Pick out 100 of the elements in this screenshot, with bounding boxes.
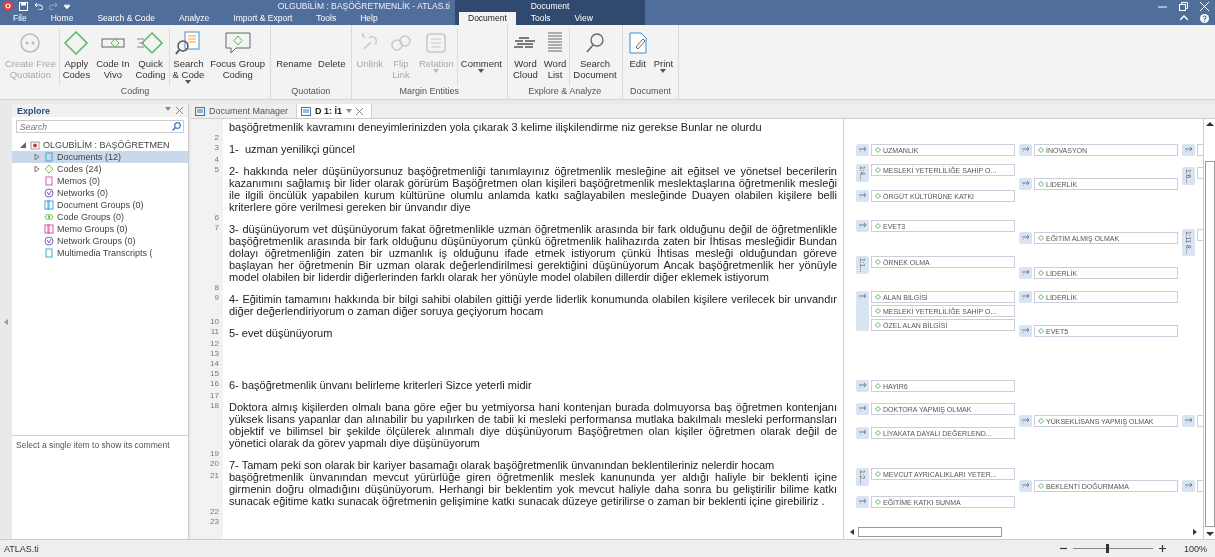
quotation-tab[interactable] (1019, 415, 1032, 427)
quotation-tab[interactable] (1182, 144, 1195, 156)
ribbon-button[interactable]: Word Cloud (510, 28, 541, 86)
group-label: Document (628, 86, 672, 98)
search-icon (584, 31, 606, 55)
app-logo-icon[interactable] (3, 1, 13, 11)
tree-item[interactable]: Networks (0) (12, 187, 188, 199)
ribbon-button[interactable]: Search Document (570, 28, 620, 86)
tree-item[interactable]: Code Groups (0) (12, 211, 188, 223)
quotation-tab[interactable] (856, 291, 869, 331)
caret-icon (478, 69, 485, 73)
panel-title: Explore (17, 105, 50, 116)
quotation-tab[interactable] (856, 190, 869, 202)
tree-item[interactable]: Network Groups (0) (12, 235, 188, 247)
link-arrow-icon (1021, 269, 1030, 275)
menu-tab[interactable]: Home (41, 12, 83, 25)
menu-tab[interactable]: View (565, 12, 602, 25)
diamond-icon (875, 147, 881, 153)
line-number: 9 (213, 293, 220, 304)
list-panel-icon (424, 32, 449, 54)
tree-item[interactable]: OLGUBİLİM : BAŞÖĞRETMEN (12, 139, 188, 151)
menu-tab[interactable]: Import & Export (224, 12, 302, 25)
ribbon-button[interactable]: Code In Vivo (93, 28, 133, 86)
menu-tab[interactable]: Tools (521, 12, 560, 25)
quotation-tab[interactable] (1019, 480, 1032, 492)
ribbon-button[interactable]: Delete (315, 28, 349, 86)
diamond-icon (1038, 483, 1044, 489)
quotation-tab[interactable] (1019, 232, 1032, 244)
quotation-tab[interactable] (1182, 480, 1195, 492)
editor-tab[interactable]: D 1: İ1 (297, 104, 373, 118)
ribbon-button[interactable]: Focus Group Coding (207, 28, 269, 86)
diamond-icon (44, 164, 54, 174)
tree-item[interactable]: Memo Groups (0) (12, 223, 188, 235)
redo-icon[interactable] (49, 2, 58, 10)
transcript-paragraph: 7- Tamam peki son olarak bir kariyer basamağı olarak başöğretmenlik ünvanından beklentileriniz nelerdir hocam (228, 459, 776, 471)
ribbon-button[interactable]: Print (650, 28, 677, 86)
scroll-up-icon (1205, 121, 1214, 127)
menu-tab[interactable]: Tools (307, 12, 346, 25)
quotation-tab[interactable] (1019, 291, 1032, 303)
quotation-tab[interactable] (856, 144, 869, 156)
tree-item[interactable]: Document Groups (0) (12, 199, 188, 211)
quotation-tab[interactable] (856, 403, 869, 415)
menu-tab[interactable]: Help (351, 12, 387, 25)
word-cloud-icon (513, 35, 538, 51)
menu-tab[interactable]: File (4, 12, 36, 25)
vertical-scrollbar[interactable] (1203, 119, 1215, 539)
ribbon-button[interactable]: Edit (624, 28, 651, 86)
quotation-tab[interactable] (856, 380, 869, 392)
help-icon[interactable] (1200, 13, 1209, 23)
undo-icon[interactable] (34, 2, 43, 10)
quotation-tab[interactable] (1019, 325, 1032, 337)
network-icon (44, 188, 54, 198)
expand-panel-icon[interactable] (4, 318, 8, 325)
search-field[interactable]: Search (16, 120, 184, 133)
link-arrow-icon (858, 405, 867, 411)
quotation-tab[interactable] (1019, 144, 1032, 156)
document-icon (301, 106, 312, 116)
quotation-tab[interactable] (856, 220, 869, 232)
quotation-tab[interactable] (1019, 267, 1032, 279)
diamond-icon (875, 259, 881, 265)
tree-item[interactable]: Codes (24) (12, 163, 188, 175)
diamond-icon (875, 430, 881, 436)
quote-bubble-icon (19, 32, 42, 54)
ribbon-button[interactable]: Quick Coding (132, 28, 169, 86)
ribbon-button[interactable]: Apply Codes (59, 28, 94, 86)
close-icon[interactable] (176, 107, 183, 114)
collapse-ribbon-icon[interactable] (1180, 15, 1188, 21)
ribbon-button[interactable]: Search & Code (169, 28, 208, 86)
menu-tab[interactable]: Search & Code (88, 12, 165, 25)
project-icon (30, 140, 40, 150)
diamond-icon (875, 499, 881, 505)
tree-item[interactable]: Documents (12) (12, 151, 188, 163)
link-arrow-icon (1021, 327, 1030, 333)
close-icon[interactable] (356, 107, 364, 115)
quotation-tab[interactable] (1019, 178, 1032, 190)
zoom-out-icon[interactable] (1059, 545, 1067, 552)
transcript-paragraph: 1- uzman yenilikçi güncel (228, 143, 356, 155)
link-arrow-icon (1021, 482, 1030, 488)
line-number: 20 (209, 459, 220, 470)
ribbon-button[interactable]: Word List (540, 28, 570, 86)
diamond-icon (875, 471, 881, 477)
tree-item[interactable]: Multimedia Transcripts ( (12, 247, 188, 259)
restore-icon[interactable] (1179, 1, 1188, 11)
list-icon (546, 31, 565, 55)
diamond-icon (875, 383, 881, 389)
ribbon-button[interactable]: Comment (457, 28, 505, 86)
quotation-tab[interactable] (856, 496, 869, 508)
quotation-tab[interactable] (856, 427, 869, 439)
diamond-icon (1038, 147, 1044, 153)
line-number: 19 (209, 449, 220, 459)
menu-tab[interactable]: Analyze (170, 12, 219, 25)
customize-caret-icon[interactable] (64, 3, 70, 9)
zoom-in-icon[interactable] (1158, 545, 1166, 552)
line-number: 7 (213, 223, 220, 234)
menu-tab[interactable]: Document (459, 12, 516, 25)
quotation-tab[interactable] (1182, 415, 1195, 427)
network-group-icon (44, 236, 54, 246)
ribbon-button[interactable]: Rename (273, 28, 316, 86)
tree-item[interactable]: Memos (0) (12, 175, 188, 187)
save-icon[interactable] (19, 1, 28, 11)
